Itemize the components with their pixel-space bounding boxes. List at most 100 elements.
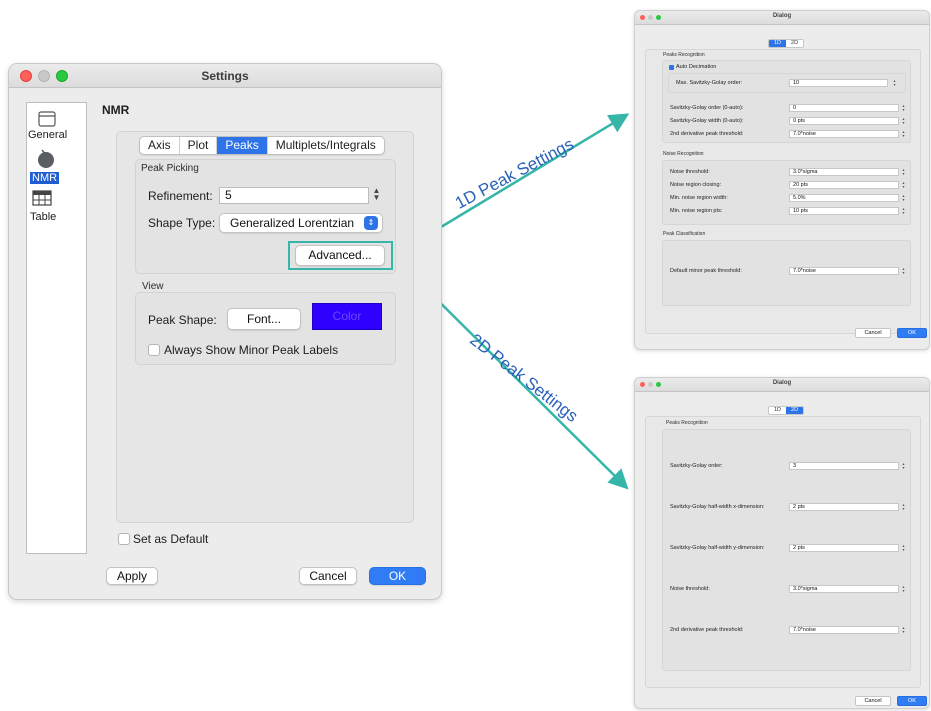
ok-button[interactable]: OK (369, 567, 426, 585)
always-show-label: Always Show Minor Peak Labels (164, 343, 339, 357)
title-bar: Settings (9, 64, 441, 88)
sg-halfwidth-x-stepper[interactable]: ▴ ▾ (901, 503, 906, 511)
sg-halfwidth-x-input[interactable]: 2 pts (789, 503, 899, 511)
tab-multiplets-integrals[interactable]: Multiplets/Integrals (268, 137, 384, 154)
sidebar-item-general[interactable]: General (27, 103, 86, 147)
font-button[interactable]: Font... (227, 308, 301, 330)
noise-recognition-label: Noise Recognition (663, 151, 704, 157)
sg-halfwidth-y-stepper[interactable]: ▴ ▾ (901, 544, 906, 552)
auto-decimation-label: Auto Decimation (676, 64, 717, 70)
tab-plot[interactable]: Plot (180, 137, 218, 154)
noise-threshold-stepper[interactable]: ▴ ▾ (901, 168, 906, 176)
noise-width-input[interactable]: 5.0% (789, 194, 899, 202)
sg-halfwidth-y-input[interactable]: 2 pts (789, 544, 899, 552)
settings-window: Settings General NMR Table NMR Axis Plot… (8, 63, 442, 600)
noise-threshold-stepper[interactable]: ▴ ▾ (901, 585, 906, 593)
peak-picking-label: Peak Picking (141, 163, 199, 174)
dialog-tab-bar: 1D 2D (768, 39, 805, 48)
sg-order-stepper[interactable]: ▴ ▾ (901, 462, 906, 470)
row-label: Savitzky-Golay half-width y-dimension: (670, 545, 765, 551)
window-icon (38, 111, 56, 127)
sg-order-stepper[interactable]: ▴ ▾ (901, 104, 906, 112)
refinement-label: Refinement: (148, 189, 213, 203)
peak-classification-label: Peak Classification (663, 231, 706, 237)
row-label: Savitzky-Golay half-width x-dimension: (670, 504, 765, 510)
sidebar: General NMR Table (26, 102, 87, 554)
sidebar-item-table[interactable]: Table (27, 187, 86, 231)
minor-threshold-stepper[interactable]: ▴ ▾ (901, 267, 906, 275)
row-label: Noise threshold: (670, 586, 710, 592)
noise-pts-input[interactable]: 10 pts (789, 207, 899, 215)
cancel-button[interactable]: Cancel (855, 696, 891, 706)
noise-closing-input[interactable]: 20 pts (789, 181, 899, 189)
advanced-button[interactable]: Advanced... (295, 245, 385, 266)
dialog-title: Dialog (772, 13, 792, 19)
auto-decimation-checkbox[interactable] (669, 65, 674, 70)
tab-1d[interactable]: 1D (769, 40, 787, 47)
noise-width-stepper[interactable]: ▴ ▾ (901, 194, 906, 202)
row-label: 2nd derivative peak threshold: (670, 131, 744, 137)
refinement-input[interactable]: 5 (219, 187, 369, 204)
minor-threshold-input[interactable]: 7.0*noise (789, 267, 899, 275)
noise-pts-stepper[interactable]: ▴ ▾ (901, 207, 906, 215)
derivative-threshold-input[interactable]: 7.0*noise (789, 626, 899, 634)
ok-button[interactable]: OK (897, 696, 927, 706)
always-show-checkbox[interactable] (148, 344, 160, 356)
chevron-updown-icon[interactable]: ⇕ (364, 216, 378, 230)
apply-button[interactable]: Apply (106, 567, 158, 585)
dialog-2d: Dialog 1D 2D Peaks Recognition Savitzky-… (634, 377, 930, 709)
table-icon (32, 190, 52, 206)
sg-width-stepper[interactable]: ▴ ▾ (901, 117, 906, 125)
shape-type-select[interactable]: Generalized Lorentzian (219, 213, 383, 233)
dialog-title-bar: Dialog (635, 378, 929, 392)
tab-axis[interactable]: Axis (140, 137, 180, 154)
sidebar-item-label: NMR (30, 172, 60, 184)
set-default-label: Set as Default (133, 532, 209, 546)
dialog-title-bar: Dialog (635, 11, 929, 25)
row-label: Savitzky-Golay order (0-auto): (670, 105, 744, 111)
noise-closing-stepper[interactable]: ▴ ▾ (901, 181, 906, 189)
tab-1d[interactable]: 1D (769, 407, 786, 414)
view-label: View (142, 281, 164, 292)
derivative-threshold-input[interactable]: 7.0*noise (789, 130, 899, 138)
derivative-threshold-stepper[interactable]: ▴ ▾ (901, 130, 906, 138)
sg-width-input[interactable]: 0 pts (789, 117, 899, 125)
tab-peaks[interactable]: Peaks (217, 137, 268, 154)
max-sg-stepper[interactable]: ▴ ▾ (892, 79, 897, 87)
peaks-recognition-label: Peaks Recognition (666, 420, 708, 426)
peak-shape-label: Peak Shape: (148, 313, 217, 327)
row-label: 2nd derivative peak threshold: (670, 627, 744, 633)
nmr-magnet-icon (38, 149, 54, 168)
sidebar-item-label: General (28, 129, 68, 141)
row-label: Noise region closing: (670, 182, 722, 188)
set-default-checkbox[interactable] (118, 533, 130, 545)
row-label: Min. noise region width: (670, 195, 728, 201)
sidebar-item-nmr[interactable]: NMR (27, 149, 86, 191)
shape-type-value: Generalized Lorentzian (230, 216, 355, 230)
dialog-1d: Dialog 1D 2D Peaks Recognition Auto Deci… (634, 10, 930, 350)
tab-2d[interactable]: 2D (786, 40, 803, 47)
sg-order-input[interactable]: 0 (789, 104, 899, 112)
section-title: NMR (102, 103, 130, 117)
ok-button[interactable]: OK (897, 328, 927, 338)
sg-order-input[interactable]: 3 (789, 462, 899, 470)
dialog-tab-bar: 1D 2D (768, 406, 805, 415)
refinement-stepper[interactable]: ▲ ▼ (371, 187, 382, 203)
row-label: Savitzky-Golay order: (670, 463, 723, 469)
sidebar-item-label: Table (30, 211, 57, 223)
cancel-button[interactable]: Cancel (855, 328, 891, 338)
derivative-threshold-stepper[interactable]: ▴ ▾ (901, 626, 906, 634)
max-sg-label: Max. Savitzky-Golay order: (676, 80, 743, 86)
cancel-button[interactable]: Cancel (299, 567, 357, 585)
row-label: Min. noise region pts: (670, 208, 723, 214)
max-sg-input[interactable]: 10 (789, 79, 888, 87)
noise-threshold-input[interactable]: 3.0*sigma (789, 585, 899, 593)
dialog-title: Dialog (772, 380, 792, 386)
tab-2d[interactable]: 2D (786, 407, 804, 414)
row-label: Default minor peak threshold: (670, 268, 742, 274)
peaks-recognition-label: Peaks Recognition (663, 52, 705, 58)
window-title: Settings (201, 69, 249, 83)
noise-threshold-input[interactable]: 3.0*sigma (789, 168, 899, 176)
tab-bar: Axis Plot Peaks Multiplets/Integrals (139, 136, 385, 155)
color-swatch-button[interactable]: Color (312, 303, 382, 330)
